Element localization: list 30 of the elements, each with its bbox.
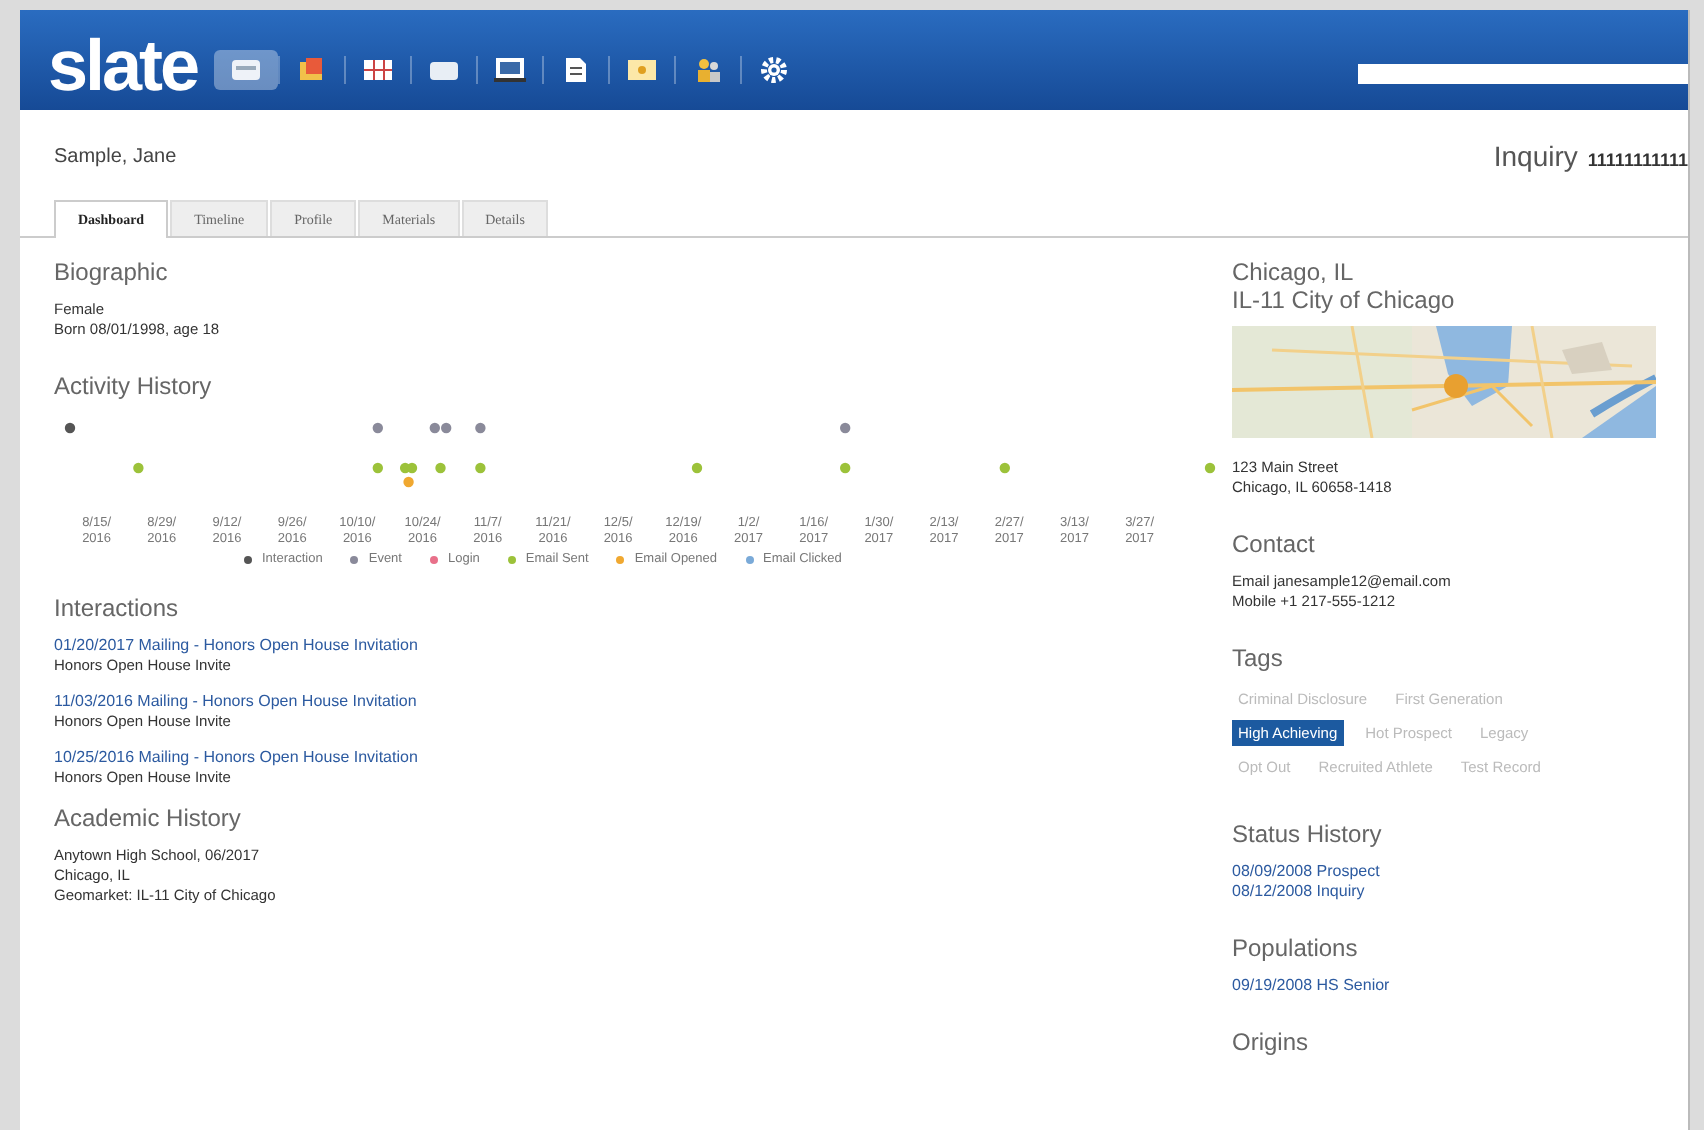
section-heading: Interactions [54, 594, 181, 622]
settings-icon [757, 56, 790, 84]
slate-logo[interactable]: slate [48, 30, 198, 102]
geomarket-heading: IL-11 City of Chicago [1232, 286, 1457, 314]
record-status: Inquiry [1493, 140, 1578, 172]
status-link[interactable]: 08/09/2008 Prospect [1232, 862, 1380, 882]
search-field[interactable] [1358, 64, 1688, 84]
section-heading: Populations [1232, 934, 1360, 962]
section-heading: Tags [1232, 644, 1285, 672]
record-name: Sample, Jane [54, 145, 177, 167]
grid-icon [361, 56, 394, 84]
section-heading: Activity History [54, 372, 214, 400]
interaction-link[interactable]: 01/20/2017 Mailing - Honors Open House Invitation [54, 636, 418, 656]
population-link[interactable]: 09/19/2008 HS Senior [1232, 976, 1390, 996]
section-heading: Origins [1232, 1028, 1311, 1056]
tray-icon [229, 56, 262, 84]
status-link[interactable]: 08/12/2008 Inquiry [1232, 882, 1365, 902]
id-card-icon [625, 56, 658, 84]
section-heading: Contact [1232, 530, 1317, 558]
interaction-link[interactable]: 11/03/2016 Mailing - Honors Open House Invitation [54, 692, 417, 712]
section-heading: Biographic [54, 258, 170, 286]
card-icon [427, 56, 460, 84]
folder-icon [295, 56, 328, 84]
nav-icon-button[interactable] [213, 50, 278, 90]
section-heading: Status History [1232, 820, 1384, 848]
section-heading: Academic History [54, 804, 243, 832]
monitor-icon [493, 56, 526, 84]
record-id: 11111111111 [1587, 150, 1688, 170]
interaction-link[interactable]: 10/25/2016 Mailing - Honors Open House Invitation [54, 748, 418, 768]
city-heading: Chicago, IL [1232, 258, 1356, 286]
